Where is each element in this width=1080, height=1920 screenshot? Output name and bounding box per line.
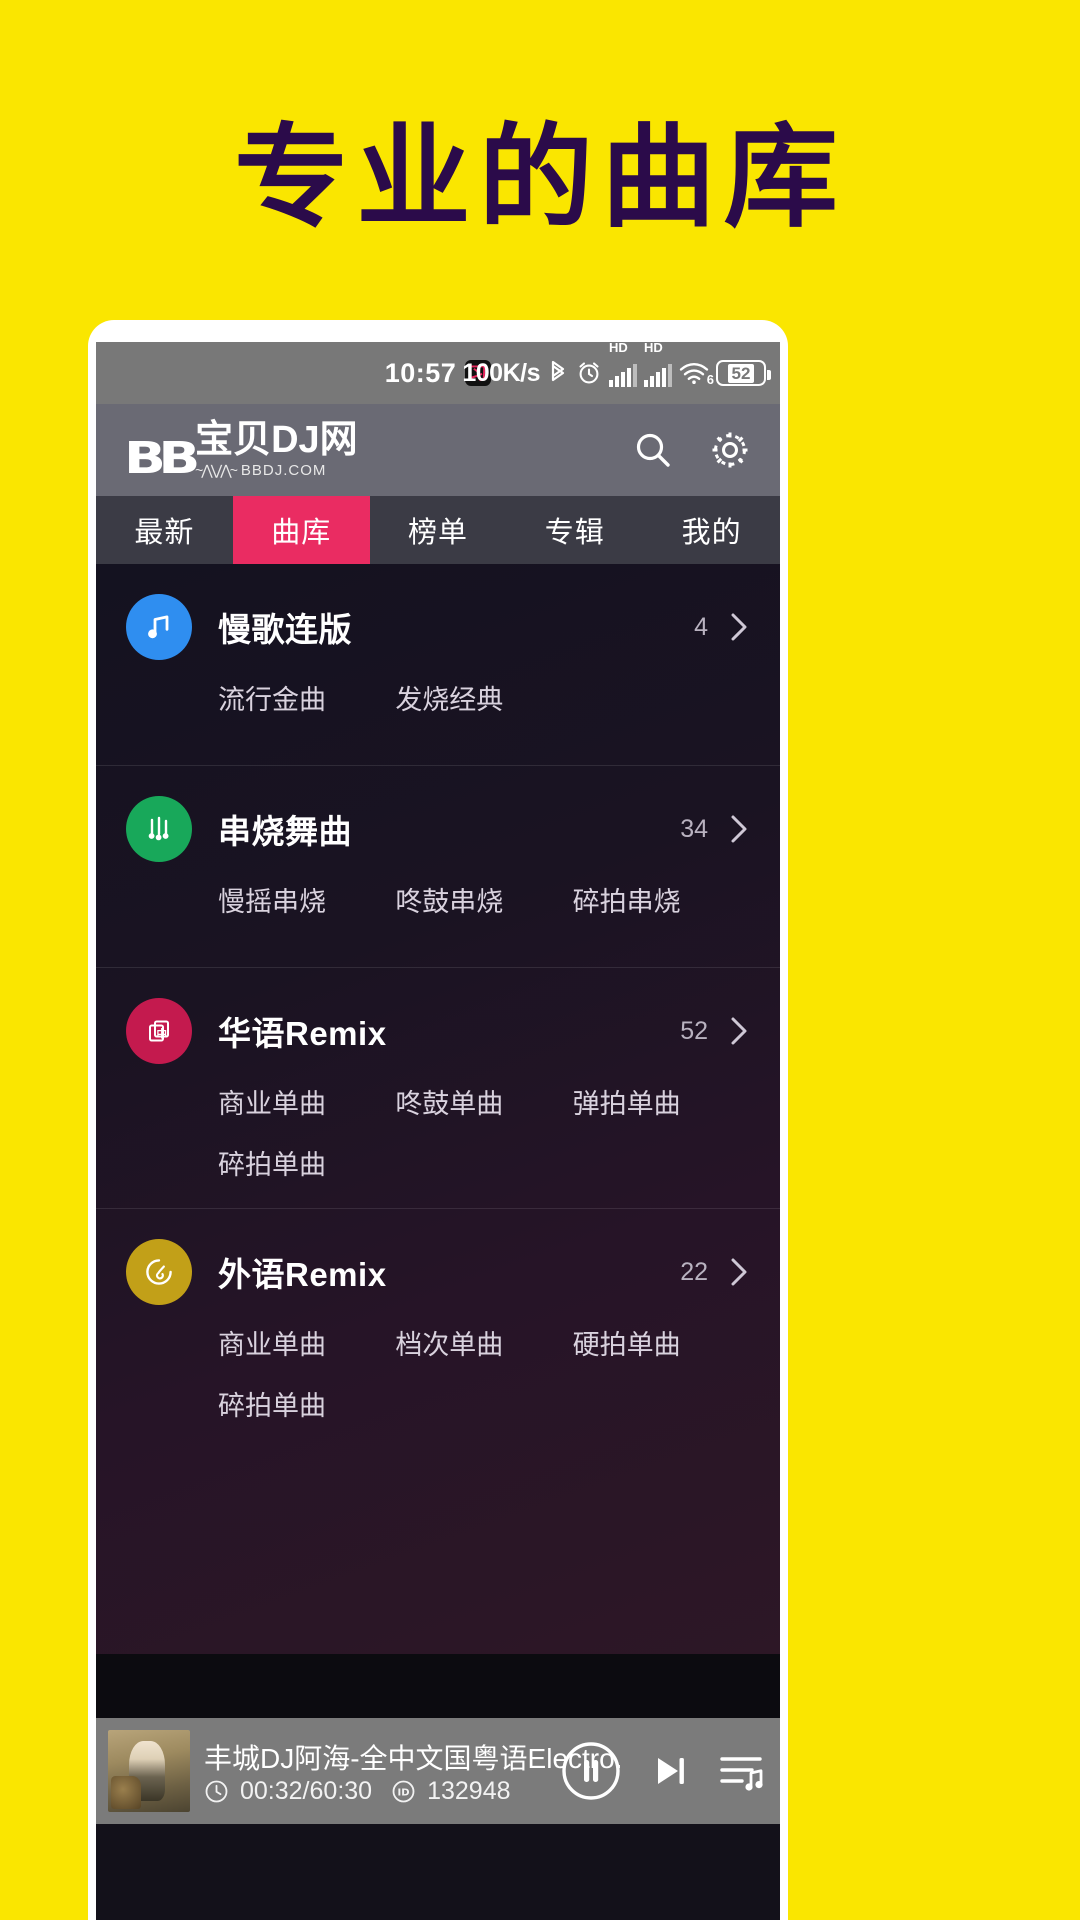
- wifi-generation-label: 6: [706, 372, 714, 387]
- list-item-tags: 商业单曲 档次单曲 硬拍单曲 碎拍单曲: [218, 1323, 750, 1423]
- wifi-icon: 6: [679, 361, 714, 387]
- list-item[interactable]: 中 华语Remix 52 商业单曲 咚鼓单曲 弹拍单曲 碎拍单曲: [96, 967, 780, 1208]
- tag[interactable]: 碎拍串烧: [573, 880, 750, 919]
- search-icon[interactable]: [632, 429, 674, 471]
- list-item-title: 华语Remix: [218, 1015, 387, 1052]
- list-item-title: 串烧舞曲: [218, 813, 352, 850]
- list-item-tags: 流行金曲 发烧经典: [218, 678, 750, 739]
- tag[interactable]: 咚鼓单曲: [395, 1082, 572, 1121]
- vinyl-disc-icon: [126, 1239, 192, 1305]
- tag[interactable]: 咚鼓串烧: [395, 880, 572, 919]
- tag[interactable]: 流行金曲: [218, 678, 395, 717]
- tag[interactable]: 发烧经典: [395, 678, 572, 717]
- player-info: 丰城DJ阿海-全中文国粤语Electro. 00:32/60:30 ID 132…: [204, 1737, 622, 1806]
- logo-name: 宝贝DJ网: [195, 419, 358, 461]
- tag[interactable]: 慢摇串烧: [218, 880, 395, 919]
- app-header: BB 宝贝DJ网 ~⋀⋁⋀~ BBDJ.COM: [96, 404, 780, 496]
- battery-icon: 52: [716, 360, 771, 386]
- status-time: 10:57: [384, 357, 457, 388]
- list-item[interactable]: 慢歌连版 4 流行金曲 发烧经典: [96, 564, 780, 765]
- bluetooth-icon: [547, 360, 569, 386]
- list-item-title: 慢歌连版: [218, 611, 352, 648]
- list-item-title: 外语Remix: [218, 1256, 387, 1293]
- player-controls: [554, 1740, 766, 1802]
- sim1-signal-icon: HD: [609, 342, 637, 394]
- tag[interactable]: 商业单曲: [218, 1082, 395, 1121]
- chevron-right-icon[interactable]: [728, 812, 750, 846]
- tag[interactable]: 碎拍单曲: [218, 1384, 395, 1423]
- tag[interactable]: 硬拍单曲: [573, 1323, 750, 1362]
- chevron-right-icon[interactable]: [728, 1255, 750, 1289]
- page-title: 专业的曲库: [234, 113, 846, 243]
- phone-frame: 10:57 习 100K/s HD HD 6 52 BB 宝贝DJ网 ~⋀⋁⋀~…: [88, 320, 788, 1920]
- list-item-count: 34: [680, 814, 708, 843]
- player-time: 00:32/60:30: [240, 1776, 373, 1805]
- list-item-count: 22: [680, 1257, 708, 1286]
- id-icon: ID: [391, 1779, 416, 1804]
- tab-charts[interactable]: 榜单: [370, 496, 507, 564]
- tab-albums[interactable]: 专辑: [506, 496, 643, 564]
- list-item[interactable]: 外语Remix 22 商业单曲 档次单曲 硬拍单曲 碎拍单曲: [96, 1208, 780, 1449]
- sim2-hd-label: HD: [644, 342, 663, 355]
- status-bar: 10:57 习 100K/s HD HD 6 52: [96, 342, 780, 404]
- next-track-icon[interactable]: [648, 1749, 692, 1793]
- album-cover[interactable]: [108, 1730, 190, 1812]
- status-bar-right: 100K/s HD HD 6 52: [462, 342, 771, 394]
- phone-screen: 10:57 习 100K/s HD HD 6 52 BB 宝贝DJ网 ~⋀⋁⋀~…: [96, 342, 780, 1920]
- pause-circle-icon[interactable]: [560, 1740, 622, 1802]
- equalizer-notes-icon: [126, 796, 192, 862]
- battery-percent: 52: [727, 363, 755, 383]
- tab-library[interactable]: 曲库: [232, 496, 370, 564]
- list-item-tags: 慢摇串烧 咚鼓串烧 碎拍串烧: [218, 880, 750, 941]
- svg-text:ID: ID: [398, 1787, 410, 1798]
- logo-waveform-icon: ~⋀⋁⋀~: [195, 462, 238, 478]
- app-header-actions: [632, 428, 752, 472]
- chinese-albums-icon: 中: [126, 998, 192, 1064]
- playlist-music-icon[interactable]: [718, 1749, 766, 1793]
- network-speed: 100K/s: [462, 358, 540, 387]
- clock-icon: [204, 1779, 229, 1804]
- chevron-right-icon[interactable]: [728, 610, 750, 644]
- list-bottom-spacer: [96, 1654, 780, 1718]
- player-track-id: 132948: [427, 1776, 511, 1805]
- list-item[interactable]: 串烧舞曲 34 慢摇串烧 咚鼓串烧 碎拍串烧: [96, 765, 780, 967]
- player-meta: 00:32/60:30 ID 132948: [204, 1777, 540, 1806]
- tag[interactable]: 档次单曲: [395, 1323, 572, 1362]
- tab-mine[interactable]: 我的: [643, 496, 780, 564]
- logo-mark: BB: [124, 433, 200, 485]
- music-note-icon: [126, 594, 192, 660]
- mini-player[interactable]: 丰城DJ阿海-全中文国粤语Electro. 00:32/60:30 ID 132…: [96, 1718, 780, 1824]
- list-item-tags: 商业单曲 咚鼓单曲 弹拍单曲 碎拍单曲: [218, 1082, 750, 1182]
- list-item-count: 52: [680, 1016, 708, 1045]
- gear-icon[interactable]: [708, 428, 752, 472]
- alarm-clock-icon: [576, 360, 602, 386]
- tab-bar: 最新 曲库 榜单 专辑 我的: [96, 496, 780, 564]
- list-item-count: 4: [694, 612, 708, 641]
- tab-latest[interactable]: 最新: [96, 496, 233, 564]
- category-list[interactable]: 慢歌连版 4 流行金曲 发烧经典 串烧舞曲 34 慢摇串烧 咚鼓串烧 碎拍串烧 …: [96, 564, 780, 1654]
- sim1-hd-label: HD: [609, 342, 628, 355]
- chevron-right-icon[interactable]: [728, 1014, 750, 1048]
- tag[interactable]: 碎拍单曲: [218, 1143, 395, 1182]
- tag[interactable]: 弹拍单曲: [573, 1082, 750, 1121]
- logo-domain: BBDJ.COM: [240, 462, 327, 479]
- tag[interactable]: 商业单曲: [218, 1323, 395, 1362]
- sim2-signal-icon: HD: [644, 342, 672, 394]
- app-logo[interactable]: BB 宝贝DJ网 ~⋀⋁⋀~ BBDJ.COM: [124, 419, 358, 485]
- svg-text:中: 中: [157, 1027, 168, 1040]
